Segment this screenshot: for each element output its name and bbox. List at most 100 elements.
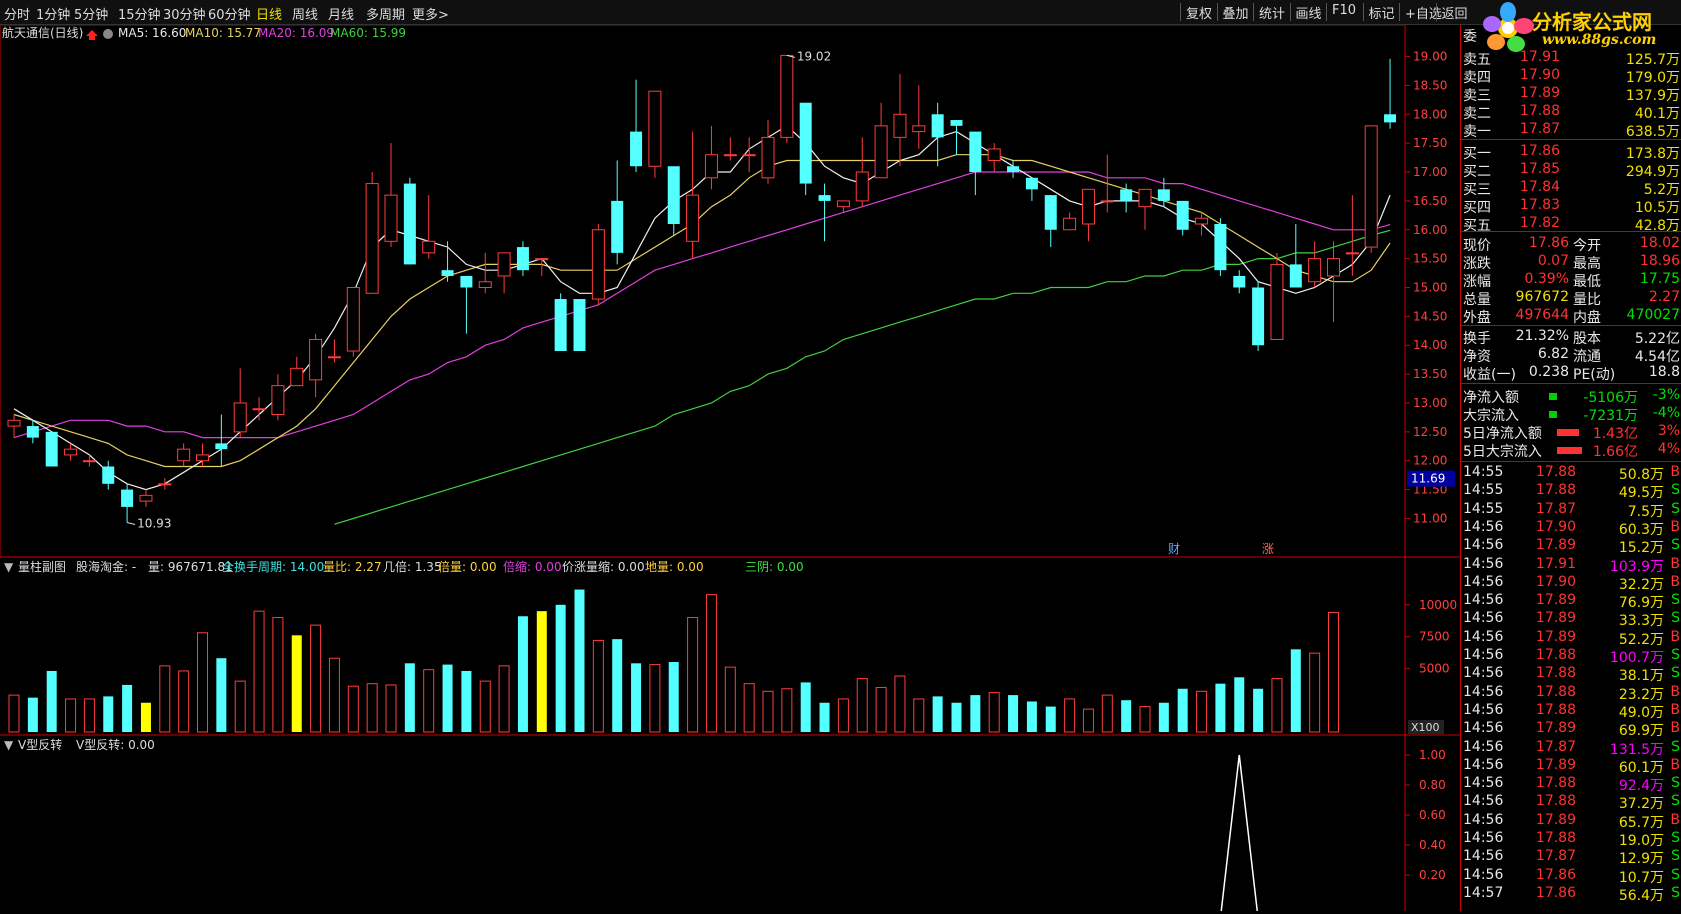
candle-up [648,90,662,167]
stat-label: 内盘 [1573,310,1601,326]
tick-direction: S [1671,775,1680,792]
tick-direction: B [1670,683,1680,700]
tool-button-5[interactable]: 标记 [1362,3,1395,22]
volume-bar-down [612,639,623,732]
stat-label: 股本 [1573,331,1601,347]
volume-bar-down [1290,649,1301,732]
candle-up [7,419,21,427]
flow-label: 5日大宗流入 [1463,444,1542,460]
tool-button-0[interactable]: 复权 [1180,3,1212,22]
volume-label-9: 地量: 0.00 [645,560,704,574]
ask-price: 17.91 [1519,49,1560,65]
period-tab-10[interactable]: 更多> [412,4,449,23]
tool-button-1[interactable]: 叠加 [1216,3,1249,22]
tick-volume: 49.0万 [1618,704,1664,721]
ask-volume: 40.1万 [1634,106,1680,122]
flow-bar [1549,411,1557,418]
flow-value: -5106万 [1583,390,1638,406]
volume-bar-down [819,702,830,732]
tick-price: 17.88 [1535,683,1576,700]
tick-volume: 49.5万 [1618,485,1664,502]
kline-chart[interactable]: 19.00 18.50 18.00 17.50 17.00 16.50 16.00 15.50… [0,24,1460,912]
volume-bar-down [800,682,811,732]
bid-price: 17.82 [1519,215,1560,231]
flow-value: 1.66亿 [1592,444,1638,460]
flow-value: 1.43亿 [1592,426,1638,442]
tool-button-2[interactable]: 统计 [1253,3,1285,22]
tick-time: 14:56 [1463,555,1504,572]
tick-time: 14:56 [1463,738,1504,755]
tick-row: 14:56 17.89 76.9万 S [1461,592,1681,611]
flow-bar [1557,447,1582,454]
candle-up [893,113,907,138]
price-axis-label: 14.00 [1413,338,1447,352]
marker-zhang: 涨 [1262,541,1274,556]
stat-label: 收益(一) [1463,367,1516,383]
volume-bar-up [310,624,322,733]
candle-up [780,54,794,138]
candle-up [874,125,888,179]
volume-bar-up [988,692,1000,733]
tick-direction: S [1671,592,1680,609]
candle-up [1364,125,1378,248]
stat-value: 4.54亿 [1634,349,1680,365]
tick-price: 17.89 [1535,756,1576,773]
stat-value: 497644 [1515,307,1569,323]
candle-up [1138,188,1152,208]
price-axis-label: 12.50 [1413,425,1447,439]
volume-bar-down [1177,688,1188,732]
tick-time: 14:56 [1463,866,1504,883]
candle-up [327,356,341,359]
ask-row: 卖五 17.91 125.7万 [1461,49,1681,68]
tick-volume: 50.8万 [1618,467,1664,483]
quote-header-label: 委 [1463,29,1477,45]
volume-axis-label: 7500 [1419,630,1450,644]
volume-bar-down [46,670,57,732]
candle-down [516,247,529,271]
volume-bar-up [423,669,435,733]
tick-direction: S [1671,610,1680,627]
volume-label-1: 股海淘金: - [76,559,136,574]
price-axis-label: 13.50 [1413,367,1447,381]
tick-direction: S [1671,647,1680,663]
period-tab-9[interactable]: 多周期 [366,4,405,23]
stat-value: 17.75 [1639,271,1680,287]
flow-label: 大宗流入 [1463,408,1519,424]
tick-direction: S [1671,738,1680,755]
period-tab-2[interactable]: 5分钟 [74,4,108,23]
period-tab-3[interactable]: 15分钟 [118,4,161,23]
stat2-row: 净资 6.82 流通 4.54亿 [1461,346,1681,365]
tick-price: 17.88 [1535,647,1576,663]
chart-area[interactable]: 19.00 18.50 18.00 17.50 17.00 16.50 16.00 15.50… [0,24,1460,912]
period-tab-0[interactable]: 分时 [4,4,30,23]
candle-down [45,431,58,467]
price-axis-label: 17.00 [1413,165,1447,179]
tick-direction: B [1670,628,1680,645]
period-tab-4[interactable]: 30分钟 [163,4,206,23]
tick-price: 17.89 [1535,628,1576,645]
tool-button-7[interactable]: 返回 [1435,3,1468,22]
period-tab-6[interactable]: 日线 [256,4,282,23]
candle-down [102,466,115,484]
tick-volume: 33.3万 [1618,613,1664,630]
tick-price: 17.88 [1535,775,1576,792]
period-tab-8[interactable]: 月线 [328,4,354,23]
period-tab-1[interactable]: 1分钟 [36,4,70,23]
candle-down [799,102,812,184]
stat-value: 2.27 [1648,289,1680,305]
volume-bar-yellow [536,611,547,732]
tick-time: 14:56 [1463,647,1504,663]
volume-bar-down [1121,700,1132,732]
tool-button-3[interactable]: 画线 [1289,3,1322,22]
volume-bar-up [1328,611,1339,733]
tick-volume: 19.0万 [1618,833,1664,849]
period-tab-7[interactable]: 周线 [292,4,318,23]
tool-button-4[interactable]: F10 [1326,3,1356,21]
volume-bar-up [65,698,77,733]
bid-label: 买一 [1463,146,1491,162]
volume-bar-up [159,665,171,733]
candle-up [855,171,869,202]
period-tab-5[interactable]: 60分钟 [208,4,251,23]
stock-label: 航天通信(日线) [2,25,83,40]
quote-panel: 委卖五 17.91 125.7万 卖四 17.90 179.0万 卖三 17.89 137.9万… [1460,25,1681,911]
